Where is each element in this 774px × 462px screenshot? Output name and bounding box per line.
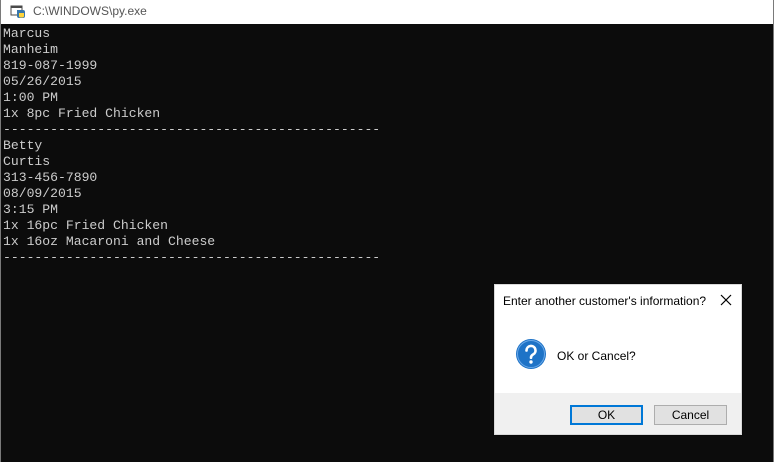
dialog-title: Enter another customer's information? xyxy=(503,294,707,308)
python-app-icon xyxy=(10,5,25,18)
console-line: Marcus xyxy=(3,26,51,41)
console-line: Manheim xyxy=(3,42,59,57)
close-icon[interactable] xyxy=(717,291,735,309)
console-text: Marcus Manheim 819-087-1999 05/26/2015 1:00 … xyxy=(1,24,773,266)
console-line: ----------------------------------------… xyxy=(3,122,381,137)
console-line: Betty xyxy=(3,138,43,153)
dialog-footer: OK Cancel xyxy=(495,393,741,434)
ok-button[interactable]: OK xyxy=(570,405,643,425)
console-line: 3:15 PM xyxy=(3,202,59,217)
window-titlebar[interactable]: C:\WINDOWS\py.exe xyxy=(0,0,774,24)
console-line: 05/26/2015 xyxy=(3,74,82,89)
console-line: 1:00 PM xyxy=(3,90,59,105)
console-line: ----------------------------------------… xyxy=(3,250,381,265)
cancel-button[interactable]: Cancel xyxy=(654,405,727,425)
question-icon xyxy=(516,339,546,369)
window-title: C:\WINDOWS\py.exe xyxy=(33,4,147,18)
console-line: 819-087-1999 xyxy=(3,58,98,73)
console-line: 1x 16oz Macaroni and Cheese xyxy=(3,234,216,249)
confirm-dialog: Enter another customer's information? OK… xyxy=(494,284,742,435)
console-line: 1x 8pc Fried Chicken xyxy=(3,106,161,121)
console-line: 1x 16pc Fried Chicken xyxy=(3,218,169,233)
console-line: 08/09/2015 xyxy=(3,186,82,201)
console-line: 313-456-7890 xyxy=(3,170,98,185)
console-line: Curtis xyxy=(3,154,51,169)
dialog-message: OK or Cancel? xyxy=(557,349,636,363)
dialog-body: OK or Cancel? xyxy=(495,315,741,393)
